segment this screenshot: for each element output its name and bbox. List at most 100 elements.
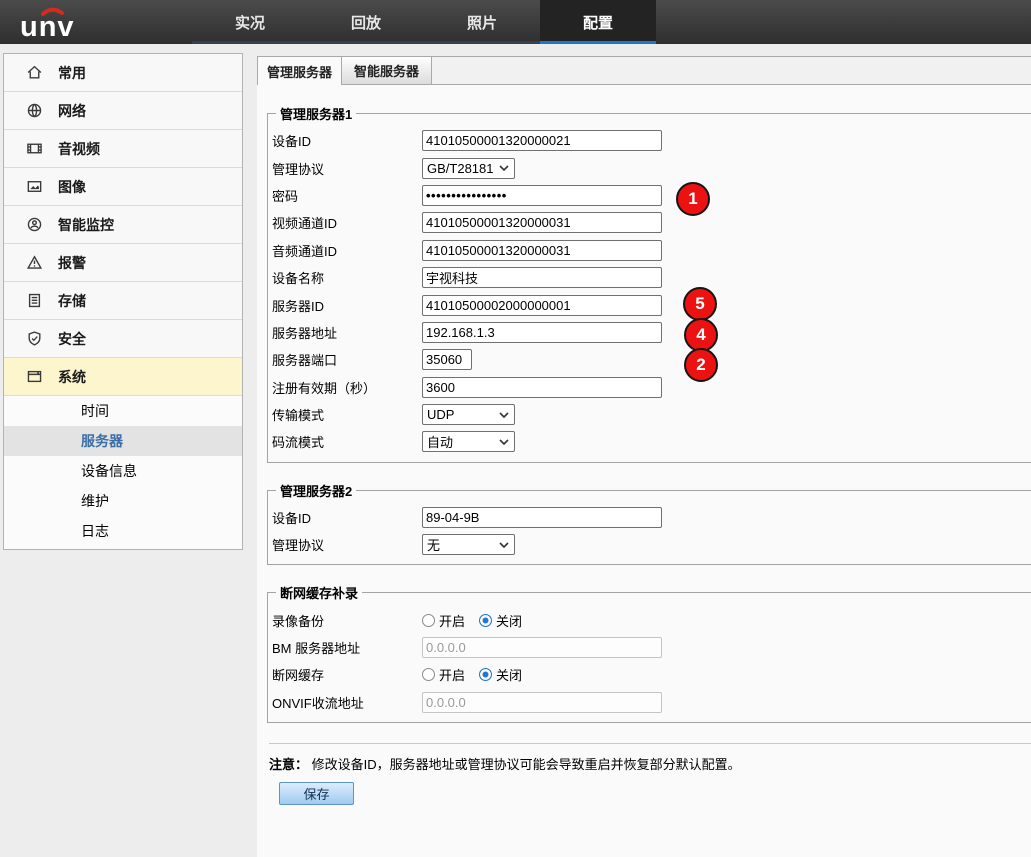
sidebar-item-smart-monitoring[interactable]: 智能监控 <box>4 206 242 244</box>
transport-mode-select[interactable]: UDP <box>422 404 515 425</box>
sidebar-item-common[interactable]: 常用 <box>4 54 242 92</box>
submenu-item-server[interactable]: 服务器 <box>4 426 242 456</box>
sidebar-item-network-label: 网络 <box>58 101 86 121</box>
nav-tab-live[interactable]: 实况 <box>192 0 308 44</box>
device-id-input[interactable] <box>422 130 662 151</box>
tab-intelligent-server[interactable]: 智能服务器 <box>342 57 432 84</box>
record-backup-off-label: 关闭 <box>496 611 522 630</box>
protocol-row: 管理协议 GB/T28181 <box>272 154 1031 181</box>
server-port-input[interactable] <box>422 349 472 370</box>
offline-cache-radio-group: 开启 关闭 <box>422 665 522 684</box>
video-channel-id-row: 视频通道ID <box>272 209 1031 236</box>
home-icon <box>26 64 43 81</box>
protocol-select-value: GB/T28181 <box>427 161 494 176</box>
sidebar-item-alarm[interactable]: 报警 <box>4 244 242 282</box>
onvif-address-input <box>422 692 662 713</box>
top-bar: unv 实况 回放 照片 配置 <box>0 0 1031 44</box>
management-server2-legend: 管理服务器2 <box>276 481 356 500</box>
person-circle-icon <box>26 216 43 233</box>
server-id-row: 服务器ID <box>272 291 1031 318</box>
management-server1-legend: 管理服务器1 <box>276 104 356 123</box>
sidebar-item-image[interactable]: 图像 <box>4 168 242 206</box>
password-input[interactable] <box>422 185 662 206</box>
register-validity-row: 注册有效期（秒） <box>272 374 1031 401</box>
nav-tab-setup[interactable]: 配置 <box>540 0 656 44</box>
bm-server-address-input <box>422 637 662 658</box>
record-backup-off-radio[interactable]: 关闭 <box>479 611 522 630</box>
offline-cache-off-radio[interactable]: 关闭 <box>479 665 522 684</box>
content-tabstrip: 管理服务器 智能服务器 <box>257 56 1031 85</box>
server-address-input[interactable] <box>422 322 662 343</box>
stream-mode-select[interactable]: 自动 <box>422 431 515 452</box>
offline-cache-on-label: 开启 <box>439 665 465 684</box>
tab-management-server-label: 管理服务器 <box>267 62 332 81</box>
unv-logo: unv <box>14 5 92 44</box>
server-address-label: 服务器地址 <box>272 323 422 342</box>
radio-circle-icon <box>479 614 492 627</box>
record-backup-on-radio[interactable]: 开启 <box>422 611 465 630</box>
register-validity-label: 注册有效期（秒） <box>272 378 422 397</box>
sidebar-item-audio-video-label: 音视频 <box>58 139 100 159</box>
device-id-row: 设备ID <box>272 127 1031 154</box>
sidebar-item-security-label: 安全 <box>58 329 86 349</box>
offline-cache-label: 断网缓存 <box>272 665 422 684</box>
device-id2-label: 设备ID <box>272 508 422 527</box>
stream-mode-row: 码流模式 自动 <box>272 428 1031 455</box>
submenu-item-device-info[interactable]: 设备信息 <box>4 456 242 486</box>
video-channel-id-input[interactable] <box>422 212 662 233</box>
nav-tab-photo-label: 照片 <box>467 12 497 33</box>
sidebar-item-common-label: 常用 <box>58 63 86 83</box>
image-icon <box>26 178 43 195</box>
nav-tab-playback-label: 回放 <box>351 12 381 33</box>
nav-tab-setup-label: 配置 <box>583 12 613 33</box>
record-backup-label: 录像备份 <box>272 611 422 630</box>
film-icon <box>26 140 43 157</box>
register-validity-input[interactable] <box>422 377 662 398</box>
tab-intelligent-server-label: 智能服务器 <box>354 61 419 80</box>
sidebar-item-network[interactable]: 网络 <box>4 92 242 130</box>
submenu-item-time[interactable]: 时间 <box>4 396 242 426</box>
sidebar-item-audio-video[interactable]: 音视频 <box>4 130 242 168</box>
protocol2-select[interactable]: 无 <box>422 534 515 555</box>
sidebar-item-security[interactable]: 安全 <box>4 320 242 358</box>
device-name-label: 设备名称 <box>272 268 422 287</box>
password-label: 密码 <box>272 186 422 205</box>
sidebar-item-storage[interactable]: 存储 <box>4 282 242 320</box>
protocol2-select-value: 无 <box>427 535 440 554</box>
transport-mode-select-value: UDP <box>427 407 454 422</box>
nav-tab-photo[interactable]: 照片 <box>424 0 540 44</box>
submenu-item-maintenance[interactable]: 维护 <box>4 486 242 516</box>
note-prefix: 注意： <box>269 757 308 772</box>
audio-channel-id-input[interactable] <box>422 240 662 261</box>
sidebar-item-system-label: 系统 <box>58 367 86 387</box>
annotation-badge-2: 2 <box>684 348 718 382</box>
logo-text: unv <box>20 11 75 41</box>
server-id-input[interactable] <box>422 295 662 316</box>
record-backup-row: 录像备份 开启 关闭 <box>272 606 1031 633</box>
submenu-item-maintenance-label: 维护 <box>81 491 109 511</box>
device-name-input[interactable] <box>422 267 662 288</box>
record-backup-radio-group: 开启 关闭 <box>422 611 522 630</box>
protocol-label: 管理协议 <box>272 159 422 178</box>
bm-server-address-label: BM 服务器地址 <box>272 638 422 657</box>
annotation-badge-4: 4 <box>684 318 718 352</box>
sidebar-item-system[interactable]: 系统 <box>4 358 242 396</box>
save-button[interactable]: 保存 <box>279 782 354 805</box>
tab-management-server[interactable]: 管理服务器 <box>257 56 342 85</box>
annotation-badge-5: 5 <box>683 287 717 321</box>
device-id2-input[interactable] <box>422 507 662 528</box>
protocol-select[interactable]: GB/T28181 <box>422 158 515 179</box>
transport-mode-label: 传输模式 <box>272 405 422 424</box>
device-id2-row: 设备ID <box>272 504 1031 531</box>
main-nav: 实况 回放 照片 配置 <box>192 0 656 44</box>
chevron-down-icon <box>499 165 509 171</box>
sidebar-item-smart-monitoring-label: 智能监控 <box>58 215 114 235</box>
nav-tab-playback[interactable]: 回放 <box>308 0 424 44</box>
server-port-label: 服务器端口 <box>272 350 422 369</box>
onvif-address-row: ONVIF收流地址 <box>272 689 1031 716</box>
offline-cache-section: 断网缓存补录 录像备份 开启 关闭 BM 服务器地址 断网缓存 开启 关闭 ON… <box>267 583 1031 723</box>
chevron-down-icon <box>499 439 509 445</box>
note-text: 注意： 修改设备ID，服务器地址或管理协议可能会导致重启并恢复部分默认配置。 <box>267 754 1031 773</box>
submenu-item-log[interactable]: 日志 <box>4 516 242 546</box>
offline-cache-on-radio[interactable]: 开启 <box>422 665 465 684</box>
